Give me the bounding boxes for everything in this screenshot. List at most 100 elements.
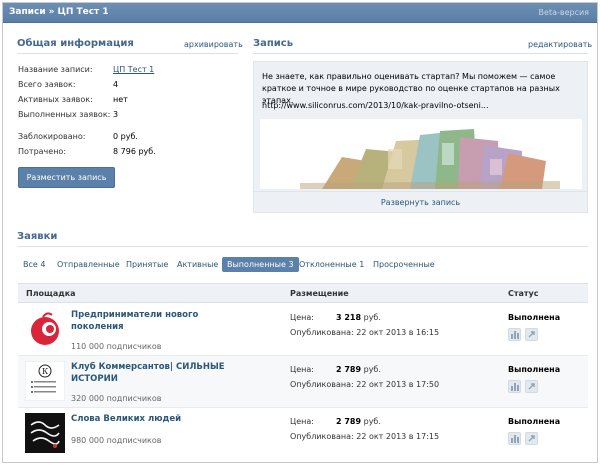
tab-count: 1 [359, 260, 365, 269]
published: Опубликована: 22 окт 2013 в 17:15 [290, 432, 439, 441]
breadcrumb-current: ЦП Тест 1 [57, 7, 109, 17]
price-label: Цена: [290, 313, 314, 322]
published-label: Опубликована: [290, 380, 354, 389]
stats-button[interactable] [508, 432, 521, 445]
community-name-link[interactable]: Клуб Коммерсантов| СИЛЬНЫЕ ИСТОРИИ [71, 361, 231, 385]
info-value: 0 руб. [113, 132, 138, 141]
published-date: 22 окт 2013 в 16:15 [356, 328, 440, 337]
post-divider [253, 53, 588, 54]
post-url-link[interactable]: http://www.siliconrus.com/2013/10/kak-pr… [262, 101, 488, 110]
price-value: 3 218 [336, 313, 362, 322]
table-header: Площадка Размещение Статус [18, 283, 588, 303]
tab-sent[interactable]: Отправленные [57, 257, 120, 272]
tab-label: Активные [177, 260, 219, 269]
tab-count: 3 [288, 260, 294, 269]
community-name-link[interactable]: Слова Великих людей [71, 413, 231, 425]
post-name-link[interactable]: ЦП Тест 1 [113, 65, 154, 74]
table-row: Предприниматели нового поколения 110 000… [18, 304, 588, 356]
open-post-button[interactable] [525, 380, 538, 393]
tab-accepted[interactable]: Принятые [126, 257, 168, 272]
breadcrumb-root-link[interactable]: Записи [9, 7, 46, 17]
subscribers-count: 980 000 подписчиков [71, 436, 162, 445]
community-avatar[interactable]: К [25, 361, 65, 401]
archive-link[interactable]: архивировать [184, 40, 243, 49]
tab-label: Все [23, 260, 38, 269]
tab-all[interactable]: Все 4 [23, 257, 45, 272]
beta-label: Beta-версия [538, 8, 589, 17]
published-label: Опубликована: [290, 432, 354, 441]
status-text: Выполнена [508, 313, 561, 322]
community-avatar[interactable] [25, 309, 65, 349]
tab-label: Принятые [126, 260, 169, 269]
tab-active[interactable]: Активные [177, 257, 218, 272]
tab-rejected[interactable]: Отклоненные 1 [299, 257, 364, 272]
info-row-name: Название записи: ЦП Тест 1 [18, 65, 238, 77]
price: Цена: 3 218 руб. [290, 313, 381, 322]
tab-label: Отклоненные [299, 260, 357, 269]
info-value: нет [113, 95, 128, 104]
price-label: Цена: [290, 417, 314, 426]
stats-button[interactable] [508, 328, 521, 341]
bar-chart-icon [511, 331, 519, 339]
column-platform: Площадка [26, 289, 76, 298]
tab-expired[interactable]: Просроченные [373, 257, 435, 272]
info-value: 4 [113, 80, 119, 89]
published-date: 22 окт 2013 в 17:50 [356, 380, 440, 389]
tab-label: Отправленные [57, 260, 120, 269]
tab-completed[interactable]: Выполненные 3 [222, 257, 299, 272]
post-title: Запись [253, 38, 294, 49]
breadcrumb: Записи» ЦП Тест 1 [9, 7, 109, 17]
info-row-total: Всего заявок: 4 [18, 80, 238, 92]
bar-chart-icon [511, 435, 519, 443]
requests-divider [17, 246, 588, 247]
subscribers-count: 110 000 подписчиков [71, 342, 162, 351]
info-label: Заблокировано: [18, 132, 86, 141]
info-label: Всего заявок: [18, 80, 76, 89]
info-row-blocked: Заблокировано: 0 руб. [18, 132, 238, 144]
price-unit: руб. [363, 365, 381, 374]
published: Опубликована: 22 окт 2013 в 17:50 [290, 380, 439, 389]
arrow-out-icon [528, 383, 535, 390]
bar-chart-icon [511, 383, 519, 391]
community-name-link[interactable]: Предприниматели нового поколения [71, 309, 231, 333]
price-label: Цена: [290, 365, 314, 374]
info-value: 8 796 руб. [113, 147, 156, 156]
info-label: Название записи: [18, 65, 93, 74]
column-placement: Размещение [290, 289, 349, 298]
price-value: 2 789 [336, 417, 362, 426]
general-divider [17, 53, 238, 54]
expand-post-button[interactable]: Развернуть запись [254, 191, 587, 213]
status-text: Выполнена [508, 365, 561, 374]
post-image-banknotes [260, 119, 582, 189]
price: Цена: 2 789 руб. [290, 365, 381, 374]
arrow-out-icon [528, 331, 535, 338]
status-text: Выполнена [508, 417, 561, 426]
open-post-button[interactable] [525, 432, 538, 445]
info-row-spent: Потрачено: 8 796 руб. [18, 147, 238, 159]
published-date: 22 окт 2013 в 17:15 [356, 432, 440, 441]
published: Опубликована: 22 окт 2013 в 16:15 [290, 328, 439, 337]
top-bar: Записи» ЦП Тест 1 Beta-версия [3, 3, 597, 23]
table-row: К Клуб Коммерсантов| СИЛЬНЫЕ ИСТОРИИ 320… [18, 356, 588, 408]
general-info-title: Общая информация [17, 38, 134, 49]
open-post-button[interactable] [525, 328, 538, 341]
edit-link[interactable]: редактировать [528, 40, 592, 49]
stats-button[interactable] [508, 380, 521, 393]
requests-title: Заявки [17, 231, 58, 242]
price-unit: руб. [363, 417, 381, 426]
place-post-button[interactable]: Разместить запись [18, 167, 115, 188]
table-row: Слова Великих людей 980 000 подписчиков … [18, 408, 588, 460]
info-value: 3 [113, 110, 119, 119]
svg-text:К: К [42, 367, 49, 376]
post-preview: Не знаете, как правильно оценивать старт… [253, 61, 588, 213]
info-row-done: Выполненных заявок: 3 [18, 110, 238, 122]
page-frame: Записи» ЦП Тест 1 Beta-версия Общая инфор… [2, 2, 598, 463]
tab-count: 4 [40, 260, 46, 269]
column-status: Статус [508, 289, 539, 298]
subscribers-count: 320 000 подписчиков [71, 394, 162, 403]
community-avatar[interactable] [25, 413, 65, 453]
info-label: Потрачено: [18, 147, 67, 156]
info-label: Активных заявок: [18, 95, 93, 104]
price-unit: руб. [363, 313, 381, 322]
price-value: 2 789 [336, 365, 362, 374]
